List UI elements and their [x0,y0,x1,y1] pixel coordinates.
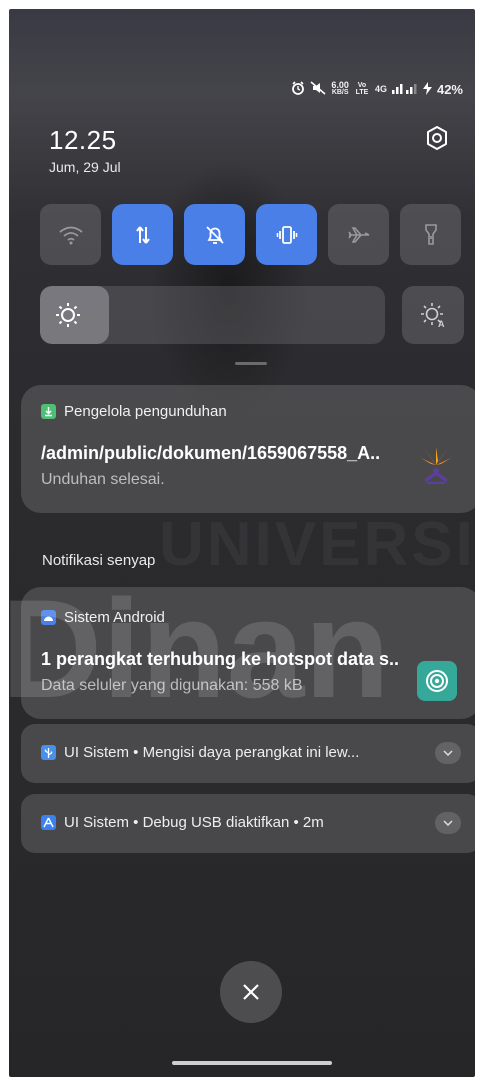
wifi-tile[interactable] [40,204,101,265]
flashlight-tile[interactable] [400,204,461,265]
gear-icon [427,126,447,150]
usb-debug-text: UI Sistem • Debug USB diaktifkan • 2m [64,814,324,831]
charging-bolt-icon [422,81,432,97]
battery-percentage: 42% [436,81,463,97]
drag-handle[interactable] [235,362,267,365]
bell-off-icon [205,225,224,244]
data-arrows-icon [135,225,150,244]
chevron-down-icon [443,750,453,756]
expand-button[interactable] [435,742,461,764]
quick-settings-row [40,204,464,265]
speed-unit: KB/S [331,89,349,96]
download-icon [41,404,56,419]
do-not-disturb-tile[interactable] [184,204,245,265]
download-app-line: Pengelola pengunduhan [41,403,227,420]
network-type-label: 4G [374,83,387,94]
expand-button[interactable] [435,812,461,834]
auto-brightness-icon: A [421,303,445,329]
svg-text:A: A [438,319,445,329]
download-title: /admin/public/dokumen/1659067558_A.. [41,443,381,463]
vibrate-icon [276,225,297,244]
usb-debug-row: UI Sistem • Debug USB diaktifkan • 2m [41,814,324,831]
app-logo-icon [421,447,451,484]
airplane-mode-tile[interactable] [328,204,389,265]
speed-value: 6.00 [331,80,349,90]
close-icon [243,984,259,1000]
charging-text: UI Sistem • Mengisi daya perangkat ini l… [64,744,360,761]
auto-brightness-button[interactable]: A [402,286,464,344]
notification-shade: 6.00 KB/S Vo LTE 4G 42% 12.25 Jum, 29 Ju… [9,9,475,1077]
volte-indicator: Vo LTE [355,82,369,96]
settings-button[interactable] [422,123,452,153]
watermark-large-text: Dinan [9,570,390,727]
clock: 12.25 [49,125,117,155]
silent-notifications-label: Notifikasi senyap [42,552,156,569]
usb-debug-notification[interactable]: UI Sistem • Debug USB diaktifkan • 2m [21,794,475,853]
signal-icon [391,82,418,96]
network-speed: 6.00 KB/S [331,80,349,97]
charging-row: UI Sistem • Mengisi daya perangkat ini l… [41,744,359,761]
date: Jum, 29 Jul [49,159,121,175]
network-type: 4G [374,83,387,94]
airplane-icon [347,226,369,243]
brightness-slider[interactable] [40,286,385,344]
status-bar: 6.00 KB/S Vo LTE 4G 42% [291,79,463,99]
clear-all-button[interactable] [220,961,282,1023]
wifi-icon [58,226,83,244]
mute-icon [310,81,326,97]
chevron-down-icon [443,820,453,826]
alarm-icon [291,81,305,97]
download-notification[interactable]: Pengelola pengunduhan /admin/public/doku… [21,385,475,513]
mobile-data-tile[interactable] [112,204,173,265]
charging-notification[interactable]: UI Sistem • Mengisi daya perangkat ini l… [21,724,475,783]
hotspot-icon [417,661,457,701]
download-subtitle: Unduhan selesai. [41,471,165,488]
vibrate-tile[interactable] [256,204,317,265]
sun-icon [56,303,80,327]
home-indicator[interactable] [172,1061,332,1065]
brightness-row: A [40,286,464,344]
flashlight-icon [424,223,437,245]
developer-icon [41,815,56,830]
download-app-name: Pengelola pengunduhan [64,403,227,420]
usb-icon [41,745,56,760]
